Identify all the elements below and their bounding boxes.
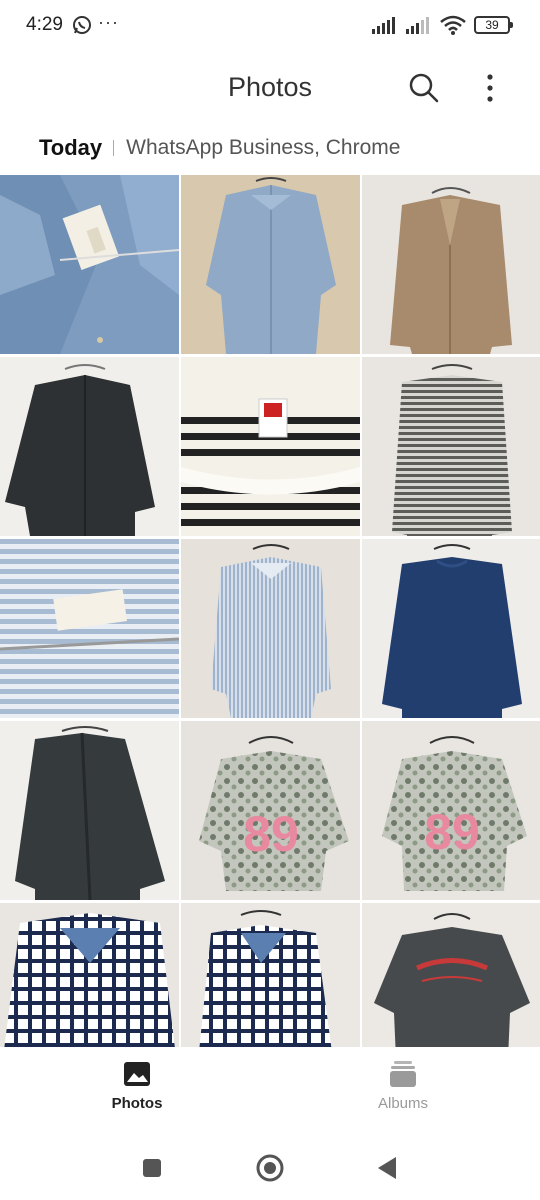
nav-photos-label: Photos: [111, 1095, 163, 1112]
photo-thumbnail[interactable]: [181, 175, 360, 354]
signal-icon: [372, 17, 395, 34]
photo-thumbnail[interactable]: [362, 539, 540, 718]
wifi-icon: [440, 15, 466, 35]
section-date: Today: [39, 135, 103, 160]
home-circle-icon[interactable]: [255, 1153, 285, 1183]
photo-thumbnail[interactable]: [0, 357, 179, 536]
photo-thumbnail[interactable]: [181, 539, 360, 718]
search-icon[interactable]: [406, 70, 442, 106]
photo-thumbnail[interactable]: [362, 357, 540, 536]
photo-thumbnail[interactable]: [0, 175, 179, 354]
battery-icon: 39: [474, 16, 513, 34]
photo-thumbnail[interactable]: [181, 357, 360, 536]
photo-thumbnail[interactable]: [362, 175, 540, 354]
svg-text:89: 89: [243, 806, 299, 862]
nav-photos-tab[interactable]: Photos: [77, 1059, 197, 1113]
photo-thumbnail[interactable]: [362, 903, 540, 1047]
section-sources: WhatsApp Business, Chrome: [126, 136, 401, 159]
photo-thumbnail[interactable]: [0, 721, 179, 900]
status-time: 4:29: [26, 14, 63, 35]
signal-2-icon: [406, 17, 429, 34]
photos-icon: [124, 1062, 150, 1086]
more-notifications-icon: ···: [98, 12, 119, 32]
photo-thumbnail[interactable]: 89: [181, 721, 360, 900]
photo-thumbnail[interactable]: [0, 539, 179, 718]
status-icons: 39: [372, 15, 513, 35]
status-bar: 4:29 ··· 39: [0, 0, 540, 52]
photo-thumbnail[interactable]: [181, 903, 360, 1047]
back-triangle-icon[interactable]: [372, 1153, 402, 1183]
page-title: Photos: [227, 72, 313, 102]
system-navigation: [0, 1135, 540, 1200]
photo-thumbnail[interactable]: 89: [362, 721, 540, 900]
albums-icon: [390, 1061, 416, 1087]
photo-grid: 89 89: [0, 175, 540, 1047]
bottom-navigation: Photos Albums: [0, 1047, 540, 1135]
nav-albums-tab[interactable]: Albums: [343, 1059, 463, 1113]
more-vertical-icon[interactable]: [476, 70, 504, 106]
date-section-header: Today WhatsApp Business, Chrome: [39, 132, 400, 164]
whatsapp-notification-icon: [73, 16, 91, 34]
photo-thumbnail[interactable]: [0, 903, 179, 1047]
nav-albums-label: Albums: [377, 1095, 429, 1112]
svg-text:89: 89: [424, 804, 480, 860]
divider: [113, 140, 115, 156]
recents-square-icon[interactable]: [137, 1153, 167, 1183]
app-bar: Photos: [0, 52, 540, 122]
